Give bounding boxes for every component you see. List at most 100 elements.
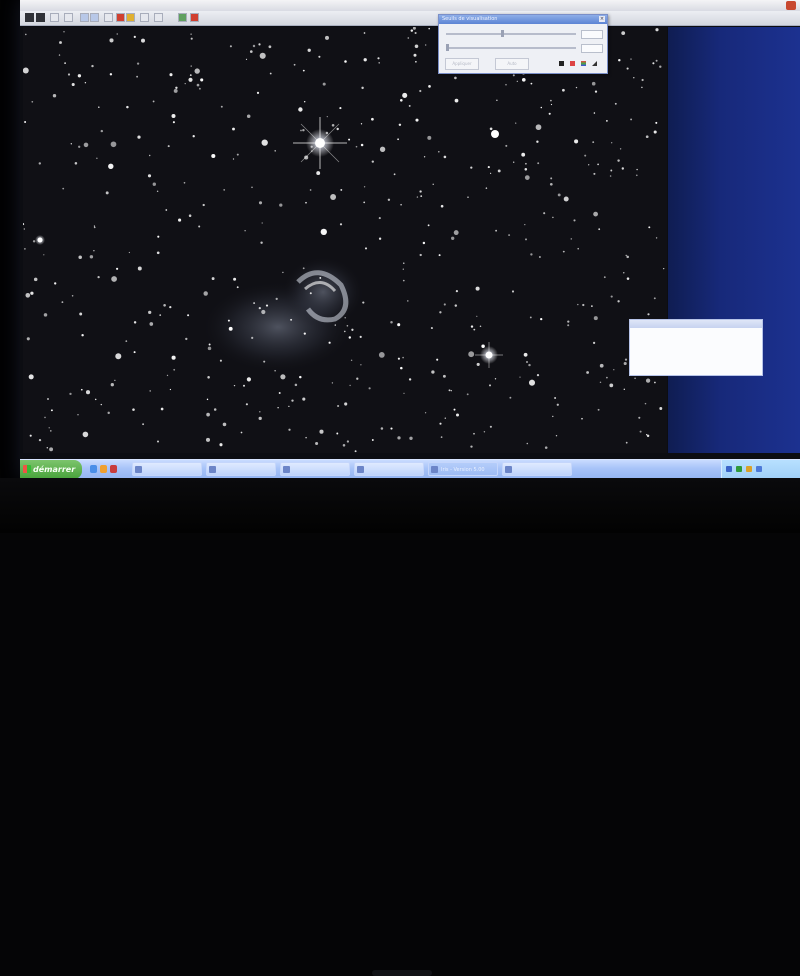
thresholds-dialog: Seuils de visualisation × Appliquer Auto [438, 14, 608, 74]
zoom-out-icon[interactable] [80, 13, 89, 22]
star [192, 135, 195, 138]
star [62, 187, 65, 190]
taskbar-task[interactable] [280, 462, 350, 476]
grid-icon[interactable] [90, 13, 99, 22]
thresholds-dialog-close-button[interactable]: × [599, 16, 605, 22]
star [513, 161, 515, 163]
star [288, 405, 290, 408]
volume-icon[interactable] [746, 466, 752, 472]
star [390, 427, 393, 430]
star [593, 316, 598, 321]
star [245, 403, 248, 406]
star [23, 67, 29, 74]
terminal-icon [357, 466, 364, 473]
star [368, 387, 371, 390]
ramp-icon[interactable] [592, 61, 597, 66]
star [236, 153, 239, 156]
star [419, 253, 422, 257]
low-threshold-value[interactable] [581, 44, 603, 53]
taskbar-task-iris[interactable]: Iris - Version 5.00 [428, 462, 498, 476]
color-icon[interactable] [126, 13, 135, 22]
star [390, 320, 393, 324]
security-icon[interactable] [736, 466, 742, 472]
star [511, 290, 515, 293]
star [641, 86, 643, 89]
taskbar-task[interactable] [354, 462, 424, 476]
star [592, 141, 595, 143]
taskbar-task[interactable] [206, 462, 276, 476]
star [363, 32, 366, 34]
star [378, 62, 380, 64]
star [409, 436, 413, 440]
ie-icon[interactable] [90, 465, 97, 473]
stop-icon[interactable] [190, 13, 199, 22]
star [351, 328, 354, 331]
star [315, 441, 319, 446]
star [470, 445, 473, 448]
high-threshold-value[interactable] [581, 30, 603, 39]
rgb-icon[interactable] [581, 61, 586, 66]
taskbar-task[interactable] [132, 462, 202, 476]
astro-image-view[interactable] [23, 27, 667, 453]
low-threshold-slider[interactable] [446, 44, 576, 51]
star [361, 86, 364, 90]
star [584, 154, 587, 157]
star [655, 237, 658, 239]
star [443, 303, 446, 306]
star [46, 447, 49, 449]
star [326, 116, 328, 118]
star [360, 364, 362, 366]
black-level-icon[interactable] [559, 61, 564, 66]
auto-button[interactable]: Auto [495, 58, 529, 70]
star [141, 38, 145, 43]
display-icon[interactable] [756, 466, 762, 472]
star [529, 316, 532, 319]
open-icon[interactable] [25, 13, 34, 22]
network-icon[interactable] [726, 466, 732, 472]
star [288, 428, 291, 431]
star [98, 106, 100, 108]
star [211, 153, 216, 159]
star [617, 159, 620, 162]
taskbar-task[interactable] [502, 462, 572, 476]
star [617, 300, 620, 303]
monitor-bezel-bottom [0, 478, 800, 976]
low-threshold-thumb[interactable] [446, 44, 449, 51]
high-threshold-thumb[interactable] [500, 30, 504, 37]
star [653, 297, 656, 300]
star [618, 58, 621, 62]
star [454, 76, 457, 80]
red-channel-icon[interactable] [570, 61, 575, 66]
media-icon[interactable] [110, 465, 117, 473]
star [626, 255, 629, 259]
star [400, 366, 403, 370]
start-button[interactable]: démarrer [20, 460, 82, 478]
star [355, 145, 358, 148]
blank-dialog [629, 319, 763, 376]
star [293, 63, 296, 66]
star [494, 378, 497, 380]
save-icon[interactable] [36, 13, 45, 22]
star [581, 417, 583, 420]
run-icon[interactable] [178, 13, 187, 22]
apply-button[interactable]: Appliquer [445, 58, 479, 70]
folder-icon[interactable] [100, 465, 107, 473]
star [188, 77, 193, 82]
window-close-button[interactable] [786, 1, 796, 10]
threshold-icon[interactable] [104, 13, 113, 22]
star [109, 73, 113, 76]
zoom-in-icon[interactable] [64, 13, 73, 22]
histogram-icon[interactable] [140, 13, 149, 22]
star [249, 50, 253, 53]
crop-icon[interactable] [116, 13, 125, 22]
star [300, 129, 302, 132]
star [196, 83, 200, 87]
info-icon[interactable] [154, 13, 163, 22]
star [274, 370, 276, 372]
star [172, 121, 175, 124]
star [523, 352, 528, 357]
star [360, 143, 364, 147]
high-threshold-slider[interactable] [446, 30, 576, 37]
select-icon[interactable] [50, 13, 59, 22]
star [414, 31, 417, 35]
